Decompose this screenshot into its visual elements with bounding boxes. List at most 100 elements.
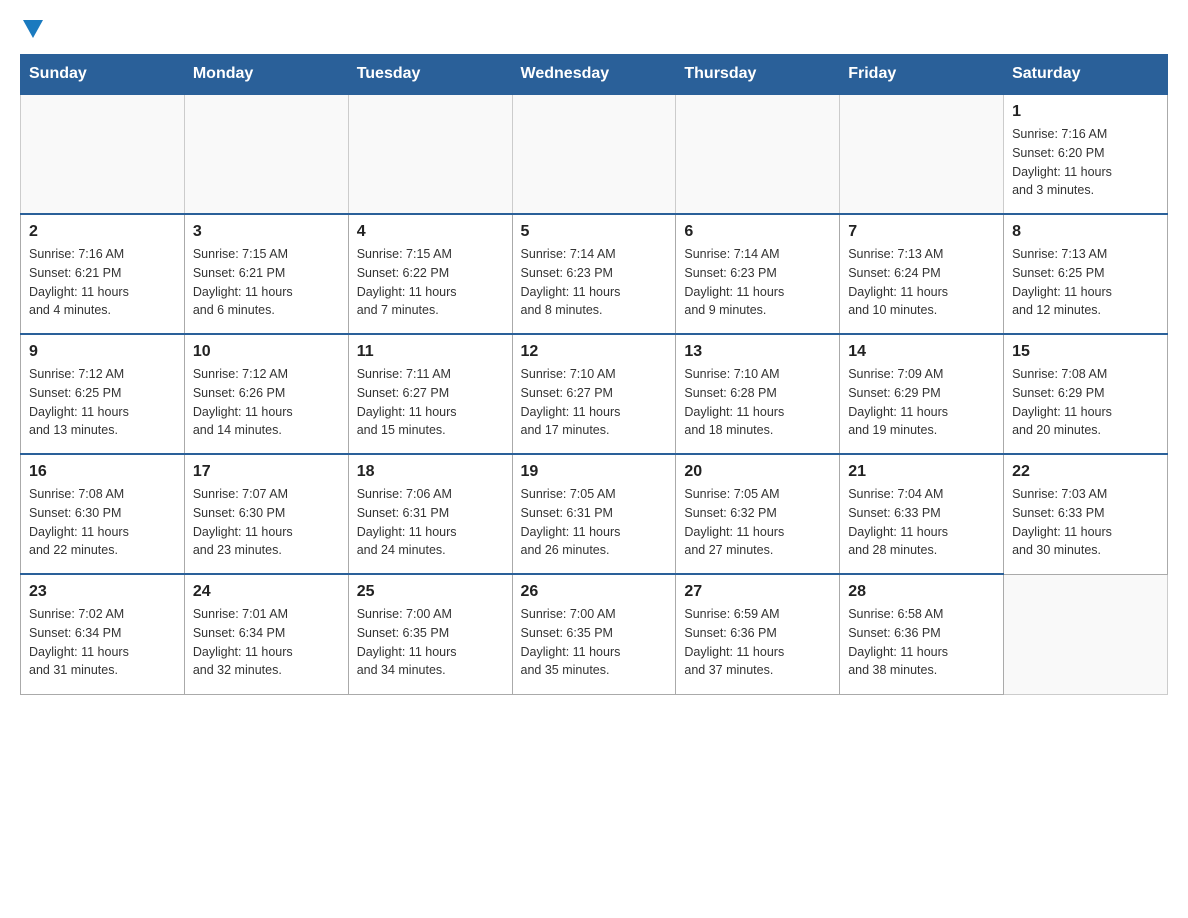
day-info: Sunrise: 7:03 AM Sunset: 6:33 PM Dayligh… bbox=[1012, 485, 1159, 560]
day-info: Sunrise: 7:11 AM Sunset: 6:27 PM Dayligh… bbox=[357, 365, 504, 440]
calendar-cell: 3 Sunrise: 7:15 AM Sunset: 6:21 PM Daylig… bbox=[184, 214, 348, 334]
day-info: Sunrise: 7:07 AM Sunset: 6:30 PM Dayligh… bbox=[193, 485, 340, 560]
weekday-header-thursday: Thursday bbox=[676, 55, 840, 95]
day-info: Sunrise: 7:15 AM Sunset: 6:22 PM Dayligh… bbox=[357, 245, 504, 320]
calendar-cell: 22 Sunrise: 7:03 AM Sunset: 6:33 PM Dayli… bbox=[1004, 454, 1168, 574]
day-number: 20 bbox=[684, 463, 831, 481]
day-number: 22 bbox=[1012, 463, 1159, 481]
calendar-cell: 5Sunrise: 7:14 AM Sunset: 6:23 PM Daylig… bbox=[512, 214, 676, 334]
calendar-cell: 8Sunrise: 7:13 AM Sunset: 6:25 PM Daylig… bbox=[1004, 214, 1168, 334]
day-info: Sunrise: 7:05 AM Sunset: 6:32 PM Dayligh… bbox=[684, 485, 831, 560]
day-info: Sunrise: 7:01 AM Sunset: 6:34 PM Dayligh… bbox=[193, 605, 340, 680]
day-number: 2 bbox=[29, 223, 176, 241]
day-number: 4 bbox=[357, 223, 504, 241]
calendar-cell: 4 Sunrise: 7:15 AM Sunset: 6:22 PM Daylig… bbox=[348, 214, 512, 334]
weekday-header-row: SundayMondayTuesdayWednesdayThursdayFrid… bbox=[21, 55, 1168, 95]
day-info: Sunrise: 7:16 AM Sunset: 6:20 PM Dayligh… bbox=[1012, 125, 1159, 200]
calendar-cell: 26Sunrise: 7:00 AM Sunset: 6:35 PM Dayli… bbox=[512, 574, 676, 694]
calendar-cell: 13 Sunrise: 7:10 AM Sunset: 6:28 PM Dayli… bbox=[676, 334, 840, 454]
calendar-cell: 28 Sunrise: 6:58 AM Sunset: 6:36 PM Dayli… bbox=[840, 574, 1004, 694]
calendar-cell: 24 Sunrise: 7:01 AM Sunset: 6:34 PM Dayli… bbox=[184, 574, 348, 694]
calendar-cell bbox=[512, 94, 676, 214]
day-number: 16 bbox=[29, 463, 176, 481]
calendar-cell bbox=[21, 94, 185, 214]
day-number: 28 bbox=[848, 583, 995, 601]
calendar-cell: 1 Sunrise: 7:16 AM Sunset: 6:20 PM Daylig… bbox=[1004, 94, 1168, 214]
calendar-cell: 20 Sunrise: 7:05 AM Sunset: 6:32 PM Dayli… bbox=[676, 454, 840, 574]
day-info: Sunrise: 7:12 AM Sunset: 6:25 PM Dayligh… bbox=[29, 365, 176, 440]
calendar-cell bbox=[840, 94, 1004, 214]
day-info: Sunrise: 7:12 AM Sunset: 6:26 PM Dayligh… bbox=[193, 365, 340, 440]
day-number: 27 bbox=[684, 583, 831, 601]
weekday-header-wednesday: Wednesday bbox=[512, 55, 676, 95]
day-number: 21 bbox=[848, 463, 995, 481]
calendar-cell: 21 Sunrise: 7:04 AM Sunset: 6:33 PM Dayli… bbox=[840, 454, 1004, 574]
day-info: Sunrise: 6:59 AM Sunset: 6:36 PM Dayligh… bbox=[684, 605, 831, 680]
day-info: Sunrise: 7:10 AM Sunset: 6:28 PM Dayligh… bbox=[684, 365, 831, 440]
day-number: 13 bbox=[684, 343, 831, 361]
day-info: Sunrise: 7:06 AM Sunset: 6:31 PM Dayligh… bbox=[357, 485, 504, 560]
day-info: Sunrise: 7:08 AM Sunset: 6:29 PM Dayligh… bbox=[1012, 365, 1159, 440]
day-info: Sunrise: 7:10 AM Sunset: 6:27 PM Dayligh… bbox=[521, 365, 668, 440]
calendar-cell: 15 Sunrise: 7:08 AM Sunset: 6:29 PM Dayli… bbox=[1004, 334, 1168, 454]
day-number: 23 bbox=[29, 583, 176, 601]
calendar-cell: 7 Sunrise: 7:13 AM Sunset: 6:24 PM Daylig… bbox=[840, 214, 1004, 334]
day-number: 19 bbox=[521, 463, 668, 481]
day-number: 17 bbox=[193, 463, 340, 481]
calendar-cell: 12 Sunrise: 7:10 AM Sunset: 6:27 PM Dayli… bbox=[512, 334, 676, 454]
calendar-cell: 10 Sunrise: 7:12 AM Sunset: 6:26 PM Dayli… bbox=[184, 334, 348, 454]
day-info: Sunrise: 7:13 AM Sunset: 6:24 PM Dayligh… bbox=[848, 245, 995, 320]
day-number: 25 bbox=[357, 583, 504, 601]
day-number: 7 bbox=[848, 223, 995, 241]
calendar-cell: 23 Sunrise: 7:02 AM Sunset: 6:34 PM Dayli… bbox=[21, 574, 185, 694]
calendar-cell: 14Sunrise: 7:09 AM Sunset: 6:29 PM Dayli… bbox=[840, 334, 1004, 454]
day-number: 15 bbox=[1012, 343, 1159, 361]
weekday-header-sunday: Sunday bbox=[21, 55, 185, 95]
day-info: Sunrise: 7:09 AM Sunset: 6:29 PM Dayligh… bbox=[848, 365, 995, 440]
calendar-week-1: 1 Sunrise: 7:16 AM Sunset: 6:20 PM Daylig… bbox=[21, 94, 1168, 214]
logo-arrow-icon bbox=[23, 20, 43, 38]
calendar-cell: 18 Sunrise: 7:06 AM Sunset: 6:31 PM Dayli… bbox=[348, 454, 512, 574]
logo bbox=[20, 20, 43, 44]
day-number: 6 bbox=[684, 223, 831, 241]
day-number: 3 bbox=[193, 223, 340, 241]
calendar-cell: 11 Sunrise: 7:11 AM Sunset: 6:27 PM Dayli… bbox=[348, 334, 512, 454]
calendar-cell: 16 Sunrise: 7:08 AM Sunset: 6:30 PM Dayli… bbox=[21, 454, 185, 574]
day-number: 9 bbox=[29, 343, 176, 361]
calendar-cell: 25Sunrise: 7:00 AM Sunset: 6:35 PM Dayli… bbox=[348, 574, 512, 694]
day-number: 12 bbox=[521, 343, 668, 361]
day-info: Sunrise: 7:16 AM Sunset: 6:21 PM Dayligh… bbox=[29, 245, 176, 320]
day-info: Sunrise: 7:02 AM Sunset: 6:34 PM Dayligh… bbox=[29, 605, 176, 680]
day-number: 24 bbox=[193, 583, 340, 601]
day-number: 5 bbox=[521, 223, 668, 241]
calendar-week-4: 16 Sunrise: 7:08 AM Sunset: 6:30 PM Dayli… bbox=[21, 454, 1168, 574]
weekday-header-tuesday: Tuesday bbox=[348, 55, 512, 95]
day-number: 11 bbox=[357, 343, 504, 361]
day-info: Sunrise: 7:05 AM Sunset: 6:31 PM Dayligh… bbox=[521, 485, 668, 560]
calendar-cell: 6 Sunrise: 7:14 AM Sunset: 6:23 PM Daylig… bbox=[676, 214, 840, 334]
weekday-header-monday: Monday bbox=[184, 55, 348, 95]
calendar-cell: 2 Sunrise: 7:16 AM Sunset: 6:21 PM Daylig… bbox=[21, 214, 185, 334]
calendar-cell bbox=[184, 94, 348, 214]
day-info: Sunrise: 7:15 AM Sunset: 6:21 PM Dayligh… bbox=[193, 245, 340, 320]
weekday-header-friday: Friday bbox=[840, 55, 1004, 95]
calendar-cell bbox=[1004, 574, 1168, 694]
weekday-header-saturday: Saturday bbox=[1004, 55, 1168, 95]
calendar-week-5: 23 Sunrise: 7:02 AM Sunset: 6:34 PM Dayli… bbox=[21, 574, 1168, 694]
calendar-cell bbox=[676, 94, 840, 214]
calendar-cell: 17 Sunrise: 7:07 AM Sunset: 6:30 PM Dayli… bbox=[184, 454, 348, 574]
page-header bbox=[20, 20, 1168, 44]
day-info: Sunrise: 7:14 AM Sunset: 6:23 PM Dayligh… bbox=[684, 245, 831, 320]
day-info: Sunrise: 6:58 AM Sunset: 6:36 PM Dayligh… bbox=[848, 605, 995, 680]
day-number: 26 bbox=[521, 583, 668, 601]
day-number: 1 bbox=[1012, 103, 1159, 121]
calendar-cell: 19 Sunrise: 7:05 AM Sunset: 6:31 PM Dayli… bbox=[512, 454, 676, 574]
day-number: 10 bbox=[193, 343, 340, 361]
calendar-cell: 27 Sunrise: 6:59 AM Sunset: 6:36 PM Dayli… bbox=[676, 574, 840, 694]
calendar-cell: 9 Sunrise: 7:12 AM Sunset: 6:25 PM Daylig… bbox=[21, 334, 185, 454]
day-info: Sunrise: 7:04 AM Sunset: 6:33 PM Dayligh… bbox=[848, 485, 995, 560]
calendar-week-3: 9 Sunrise: 7:12 AM Sunset: 6:25 PM Daylig… bbox=[21, 334, 1168, 454]
day-info: Sunrise: 7:08 AM Sunset: 6:30 PM Dayligh… bbox=[29, 485, 176, 560]
day-number: 18 bbox=[357, 463, 504, 481]
calendar-week-2: 2 Sunrise: 7:16 AM Sunset: 6:21 PM Daylig… bbox=[21, 214, 1168, 334]
